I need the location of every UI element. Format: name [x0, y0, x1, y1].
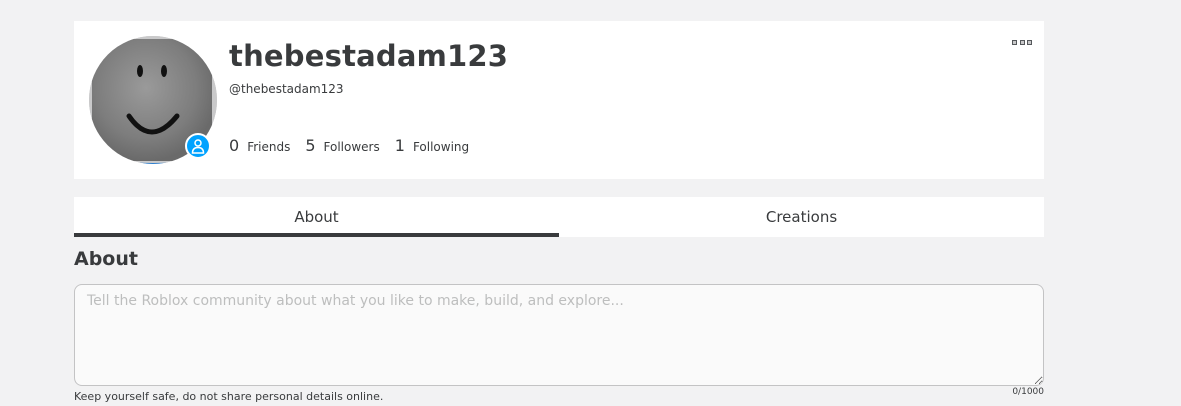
username: @thebestadam123 [229, 82, 344, 96]
followers-count: 5 [305, 136, 316, 155]
person-icon [191, 139, 205, 154]
friends-label: Friends [247, 140, 291, 154]
character-count: 0/1000 [1012, 387, 1044, 397]
about-heading: About [74, 248, 138, 270]
avatar-container[interactable] [89, 36, 217, 164]
following-label: Following [412, 140, 470, 154]
tab-creations[interactable]: Creations [559, 197, 1044, 237]
profile-stats: 0 Friends 5 Followers 1 Following [229, 136, 484, 155]
following-link[interactable]: 1 Following [395, 136, 469, 155]
display-name: thebestadam123 [229, 39, 509, 73]
followers-link[interactable]: 5 Followers [305, 136, 379, 155]
more-options-icon [1027, 39, 1032, 45]
more-options-icon [1012, 39, 1017, 45]
profile-page: thebestadam123 @thebestadam123 0 Friends… [0, 0, 1181, 406]
profile-tabs: About Creations [74, 197, 1044, 237]
profile-header-card: thebestadam123 @thebestadam123 0 Friends… [74, 21, 1044, 179]
about-description-input[interactable] [74, 284, 1044, 386]
friends-count: 0 [229, 136, 240, 155]
more-options-button[interactable] [1012, 37, 1032, 47]
presence-badge [185, 133, 211, 159]
following-count: 1 [394, 136, 405, 155]
more-options-icon [1019, 39, 1025, 45]
friends-link[interactable]: 0 Friends [229, 136, 290, 155]
tab-about[interactable]: About [74, 197, 559, 237]
safety-note: Keep yourself safe, do not share persona… [74, 390, 384, 403]
followers-label: Followers [323, 140, 380, 154]
